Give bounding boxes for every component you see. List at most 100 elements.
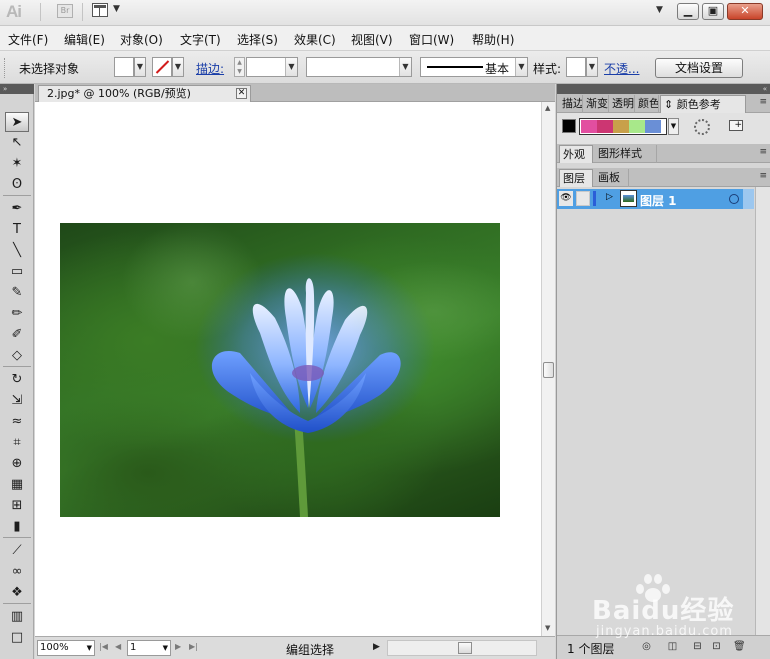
tab-appearance[interactable]: 外观 [559,145,593,163]
layer-target-icon[interactable] [729,194,739,204]
status-menu-arrow-icon[interactable]: ▶ [373,642,380,652]
tab-stroke[interactable]: 描边 [559,95,583,113]
stroke-weight-stepper-icon[interactable]: ▲ ▼ [234,57,245,77]
recolor-artwork-icon[interactable] [694,119,710,135]
mesh-tool-icon[interactable]: ⊞ [5,496,29,516]
grip-handle[interactable] [4,58,7,78]
base-color-swatch[interactable] [562,119,576,133]
type-tool-icon[interactable]: T [5,220,29,240]
horizontal-scrollbar[interactable] [387,640,537,656]
pencil-tool-icon[interactable]: ✏ [5,304,29,324]
layer-row[interactable]: 👁 ▷ 图层 1 [557,189,754,209]
style-dropdown-chevron-down-icon[interactable]: ▼ [586,57,598,77]
vertical-scrollbar[interactable]: ▲ ▼ [541,102,555,636]
arrange-documents-button[interactable]: ▼ [92,3,124,20]
next-artboard-icon[interactable]: ▶ [175,642,181,651]
warp-tool-icon[interactable]: ≈ [5,412,29,432]
graphic-style-swatch[interactable] [566,57,586,77]
rectangle-tool-icon[interactable]: ▭ [5,262,29,282]
free-transform-tool-icon[interactable]: ⌗ [5,433,29,453]
variable-width-select[interactable]: ▼ [306,57,412,77]
harmony-rules-chevron-down-icon[interactable]: ▼ [668,118,679,135]
harmony-swatch[interactable] [613,120,629,133]
placed-image[interactable] [60,223,500,517]
brush-definition-select[interactable]: 基本 ▼ [420,57,528,77]
document-setup-button[interactable]: 文档设置 [655,58,743,78]
layers-scrollbar[interactable] [755,187,770,635]
expand-triangle-icon[interactable]: ▷ [606,192,613,202]
menu-edit[interactable]: 编辑(E) [64,31,105,48]
scroll-down-arrow-icon[interactable]: ▼ [545,624,550,632]
tab-transparency[interactable]: 透明 [609,95,635,113]
tab-gradient[interactable]: 渐变 [583,95,609,113]
tab-artboards[interactable]: 画板 [595,169,629,187]
pen-tool-icon[interactable]: ✒ [5,199,29,219]
vertical-scroll-thumb[interactable] [543,362,554,378]
tools-panel-grip[interactable]: » [0,84,34,94]
paintbrush-tool-icon[interactable]: ✎ [5,283,29,303]
gradient-tool-icon[interactable]: ▮ [5,517,29,537]
menu-type[interactable]: 文字(T) [180,31,221,48]
menu-help[interactable]: 帮助(H) [472,31,514,48]
menu-view[interactable]: 视图(V) [351,31,393,48]
tab-graphic-styles[interactable]: 图形样式 [595,145,657,163]
minimize-button[interactable]: ▁ [677,3,699,20]
horizontal-scroll-thumb[interactable] [458,642,472,654]
menu-file[interactable]: 文件(F) [8,31,48,48]
bridge-button[interactable]: Br [57,4,73,18]
blend-tool-icon[interactable]: ∞ [5,562,29,582]
previous-artboard-icon[interactable]: ◀ [115,642,121,651]
last-artboard-icon[interactable]: ▶| [189,642,198,651]
line-tool-icon[interactable]: ╲ [5,241,29,261]
opacity-link[interactable]: 不透... [604,60,639,77]
menu-effect[interactable]: 效果(C) [294,31,336,48]
harmony-swatch[interactable] [645,120,661,133]
save-color-group-icon[interactable]: + [729,120,743,131]
perspective-grid-tool-icon[interactable]: ▦ [5,475,29,495]
eyedropper-tool-icon[interactable]: ⟋ [5,541,29,561]
column-graph-tool-icon[interactable]: ▥ [5,607,29,627]
tab-color[interactable]: 颜色 [635,95,659,113]
menu-object[interactable]: 对象(O) [120,31,163,48]
scroll-up-arrow-icon[interactable]: ▲ [545,104,550,112]
stroke-swatch[interactable] [152,57,172,77]
workspace-switcher-chevron-down-icon[interactable]: ▼ [656,5,663,15]
layer-selection-area[interactable] [743,189,754,209]
layer-name[interactable]: 图层 1 [640,192,677,209]
harmony-colors-strip[interactable] [579,118,667,135]
lock-toggle[interactable] [576,191,590,206]
panel-dock-grip[interactable]: « [557,84,770,94]
harmony-swatch[interactable] [629,120,645,133]
harmony-swatch[interactable] [581,120,597,133]
tab-color-guide[interactable]: ⇕ 颜色参考 [660,95,746,113]
panel-menu-icon[interactable]: ≡ [759,148,767,157]
close-icon[interactable]: ✕ [236,88,247,99]
direct-selection-tool-icon[interactable]: ↖ [5,133,29,153]
artboard-number-select[interactable]: 1 ▼ [127,640,171,656]
symbol-sprayer-tool-icon[interactable]: ❖ [5,583,29,603]
magic-wand-tool-icon[interactable]: ✶ [5,154,29,174]
first-artboard-icon[interactable]: |◀ [99,642,108,651]
panel-menu-icon[interactable]: ≡ [759,172,767,181]
artboard-tool-icon[interactable]: □ [5,628,29,648]
shape-builder-tool-icon[interactable]: ⊕ [5,454,29,474]
scale-tool-icon[interactable]: ⇲ [5,391,29,411]
close-window-button[interactable]: ✕ [727,3,763,20]
fill-dropdown-chevron-down-icon[interactable]: ▼ [134,57,146,77]
selection-tool-icon[interactable]: ➤ [5,112,29,132]
zoom-select[interactable]: 100% ▼ [37,640,95,656]
blob-brush-tool-icon[interactable]: ✐ [5,325,29,345]
menu-select[interactable]: 选择(S) [237,31,278,48]
stroke-dropdown-chevron-down-icon[interactable]: ▼ [172,57,184,77]
lasso-tool-icon[interactable]: ʘ [5,175,29,195]
eye-icon[interactable]: 👁 [559,191,573,206]
rotate-tool-icon[interactable]: ↻ [5,370,29,390]
fill-swatch[interactable] [114,57,134,77]
restore-button[interactable]: ▣ [702,3,724,20]
panel-menu-icon[interactable]: ≡ [759,98,767,107]
tab-document[interactable]: 2.jpg* @ 100% (RGB/预览) ✕ [38,85,251,102]
menu-window[interactable]: 窗口(W) [409,31,454,48]
stroke-link[interactable]: 描边: [196,60,224,77]
stroke-weight-select[interactable]: ▼ [246,57,298,77]
tab-layers[interactable]: 图层 [559,169,593,187]
